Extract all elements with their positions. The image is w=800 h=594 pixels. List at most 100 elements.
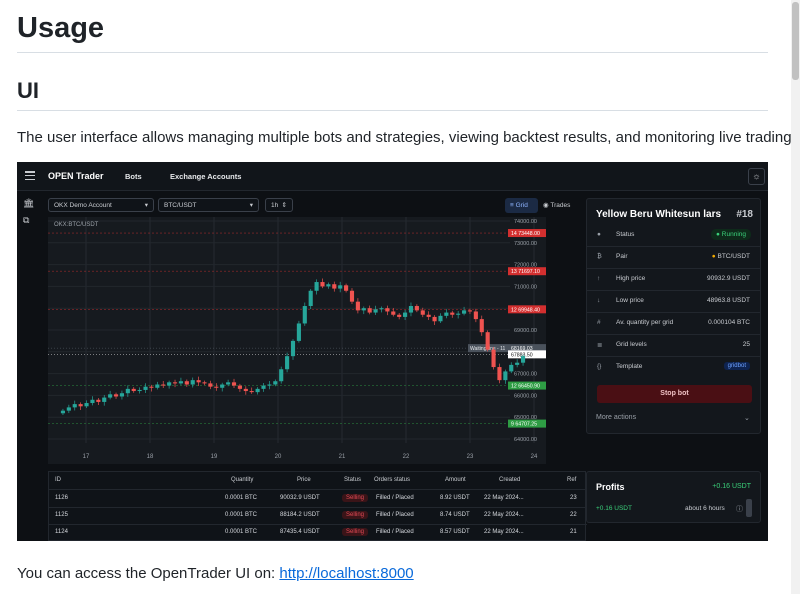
y-tick-label: 74000.00 — [514, 219, 537, 225]
table-row[interactable]: 1125 0.0001 BTC 88184.2 USDT Selling Fil… — [49, 507, 587, 525]
arrow-up-icon: ↑ — [597, 275, 601, 282]
candle-body — [344, 285, 349, 291]
cell-created: 22 May 2024... — [484, 512, 524, 518]
account-select[interactable]: OKX Demo Account ▾ — [48, 198, 154, 212]
cell-id: 1125 — [55, 512, 68, 518]
candle-body — [178, 381, 183, 384]
candle-body — [255, 388, 260, 393]
view-grid-button[interactable]: ≡ Grid — [505, 198, 538, 213]
candle-body — [226, 382, 231, 385]
cell-created: 22 May 2024... — [484, 495, 524, 501]
price-chart[interactable]: 17 18 19 20 21 22 23 24 74000.00 73000.00 72000.00… — [48, 217, 546, 464]
col-created: Created — [499, 477, 521, 483]
candle-body — [320, 282, 325, 287]
row-value: ● BTC/USDT — [712, 253, 750, 260]
cell-quantity: 0.0001 BTC — [225, 529, 258, 535]
hamburger-menu-icon[interactable] — [25, 171, 35, 181]
candle-body — [308, 290, 313, 307]
sun-icon[interactable]: ☼ — [748, 168, 765, 185]
app-screenshot: OPEN Trader Bots Exchange Accounts ☼ 🏛 ⧉… — [17, 162, 768, 541]
localhost-link[interactable]: http://localhost:8000 — [279, 565, 413, 582]
candle-body — [243, 388, 248, 392]
description-paragraph: The user interface allows managing multi… — [17, 129, 796, 146]
bank-icon[interactable]: 🏛 — [23, 198, 34, 209]
bot-row-template: {} Template gridbot — [587, 356, 760, 378]
status-badge: Selling — [342, 511, 369, 519]
info-icon[interactable]: ⓘ — [736, 504, 743, 514]
candle-body — [503, 371, 508, 381]
stop-bot-button[interactable]: Stop bot — [597, 385, 752, 403]
nav-exchange-accounts[interactable]: Exchange Accounts — [170, 172, 241, 181]
candle-body — [373, 309, 378, 313]
candle-body — [326, 284, 331, 287]
candle-body — [302, 306, 307, 324]
candle-body — [420, 310, 425, 315]
candle-body — [414, 306, 419, 311]
candle-body — [172, 382, 178, 384]
x-tick-label: 23 — [467, 454, 474, 460]
status-badge: ● Running — [711, 229, 751, 240]
candle-body — [196, 380, 201, 383]
candle-body — [438, 315, 443, 322]
candle-body — [332, 284, 337, 289]
candle-body — [90, 399, 95, 404]
grid-levels-icon: ≣ — [597, 342, 603, 349]
scrollbar-thumb[interactable] — [792, 2, 799, 80]
profits-scrollbar[interactable] — [746, 499, 752, 517]
access-text: You can access the OpenTrader UI on: htt… — [17, 565, 414, 582]
candle-body — [426, 314, 431, 317]
nav-bots[interactable]: Bots — [125, 172, 142, 181]
y-tick-label: 69000.00 — [514, 328, 537, 334]
candle-body — [137, 389, 142, 392]
candle-body — [338, 285, 343, 289]
app-brand[interactable]: OPEN Trader — [48, 171, 104, 181]
status-badge: Selling — [342, 528, 369, 536]
template-badge: gridbot — [723, 362, 750, 370]
chart-symbol: OKX:BTC/USDT — [54, 222, 99, 228]
x-tick-label: 18 — [147, 454, 154, 460]
bot-row-status: ● Status ● Running — [587, 224, 760, 247]
candle-body — [314, 282, 319, 291]
table-row[interactable]: 1124 0.0001 BTC 87435.4 USDT Selling Fil… — [49, 524, 587, 541]
pair-select-value: BTC/USDT — [164, 202, 197, 209]
candle-body — [461, 310, 467, 314]
candle-body — [290, 340, 296, 357]
arrow-down-icon: ↓ — [597, 297, 601, 304]
bot-row-quantity: # Av. quantity per grid 0.000104 BTC — [587, 312, 760, 335]
cell-orders-status: Filled / Placed — [376, 529, 414, 535]
chart-canvas: 17 18 19 20 21 22 23 2474000.0073000.0072000.00… — [48, 217, 546, 460]
heading-divider — [17, 52, 768, 53]
page-scrollbar[interactable] — [791, 0, 800, 594]
candle-body — [349, 290, 355, 302]
candle-body — [473, 311, 478, 320]
row-value: 0.000104 BTC — [708, 319, 750, 326]
candle-body — [220, 384, 225, 388]
cell-price: 87435.4 USDT — [280, 529, 320, 535]
candle-body — [367, 308, 372, 313]
table-row[interactable]: 1126 0.0001 BTC 90032.9 USDT Selling Fil… — [49, 490, 587, 508]
robot-icon[interactable]: ⧉ — [23, 215, 33, 226]
bot-id: #18 — [736, 209, 753, 220]
candle-body — [102, 397, 107, 402]
candle-body — [361, 308, 366, 311]
cell-id: 1124 — [55, 529, 68, 535]
app-topbar: OPEN Trader Bots Exchange Accounts ☼ — [17, 162, 768, 191]
candle-body — [385, 308, 390, 312]
candle-body — [456, 313, 461, 315]
candle-body — [261, 385, 266, 389]
more-actions-toggle[interactable]: More actions ⌄ — [596, 414, 750, 422]
timeframe-select[interactable]: 1h ⇕ — [265, 198, 293, 212]
candle-body — [467, 310, 473, 312]
pair-select[interactable]: BTC/USDT ▾ — [158, 198, 259, 212]
y-tick-label: 67000.00 — [514, 372, 537, 378]
candle-body — [432, 316, 437, 322]
view-trades-label: Trades — [550, 202, 571, 209]
x-tick-label: 19 — [211, 454, 218, 460]
grid-level-label: 12 69948.40 — [511, 307, 540, 313]
subheading-divider — [17, 110, 768, 111]
view-trades-button[interactable]: ◉ Trades — [538, 198, 578, 213]
profits-title: Profits — [596, 482, 625, 492]
x-tick-label: 22 — [403, 454, 410, 460]
candle-body — [408, 306, 414, 313]
cell-amount: 8.92 USDT — [440, 495, 470, 501]
